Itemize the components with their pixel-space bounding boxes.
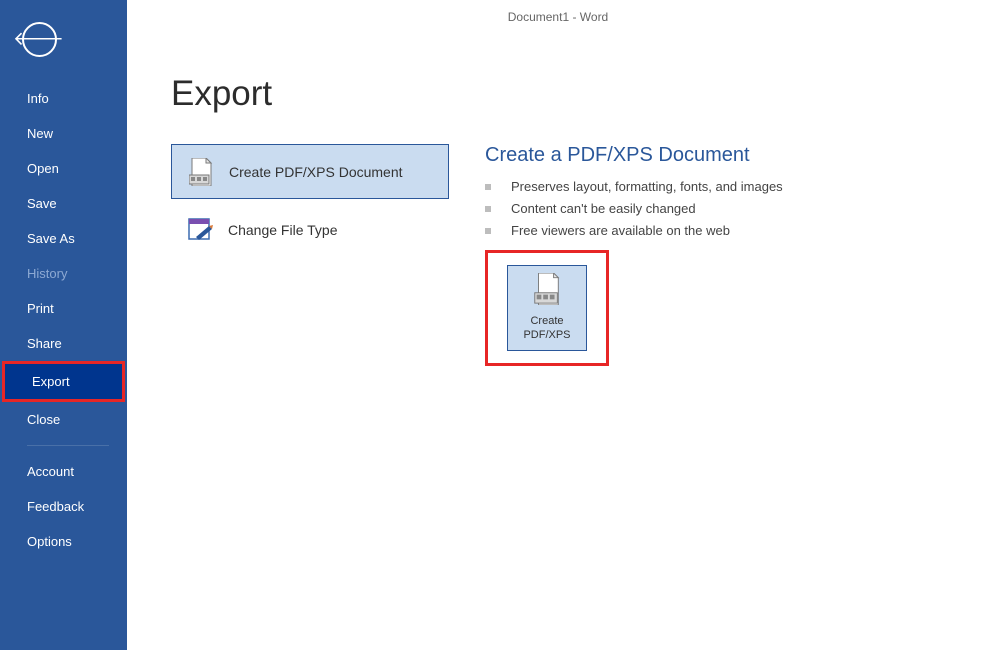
back-button[interactable]: 🡐 [22, 22, 57, 57]
create-pdf-xps-label: Create PDF/XPS [508, 315, 586, 343]
sidebar-item-feedback[interactable]: Feedback [0, 489, 127, 524]
highlight-box-export: Export [2, 361, 125, 402]
bullet-text: Free viewers are available on the web [511, 223, 730, 238]
detail-bullet: Content can't be easily changed [485, 201, 783, 216]
bullet-icon [485, 184, 491, 190]
detail-heading: Create a PDF/XPS Document [485, 144, 783, 167]
sidebar-item-open[interactable]: Open [0, 151, 127, 186]
bullet-icon [485, 228, 491, 234]
detail-bullet: Preserves layout, formatting, fonts, and… [485, 179, 783, 194]
sidebar-item-export[interactable]: Export [5, 364, 122, 399]
pdf-xps-icon [187, 157, 215, 187]
option-create-pdf-xps[interactable]: Create PDF/XPS Document [171, 144, 449, 199]
page-heading: Export [171, 74, 989, 114]
change-file-type-icon [186, 215, 214, 245]
sidebar-item-options[interactable]: Options [0, 524, 127, 559]
sidebar-item-history: History [0, 256, 127, 291]
sidebar-item-close[interactable]: Close [0, 402, 127, 437]
bullet-text: Preserves layout, formatting, fonts, and… [511, 179, 783, 194]
create-pdf-xps-button[interactable]: Create PDF/XPS [507, 265, 587, 351]
sidebar-item-print[interactable]: Print [0, 291, 127, 326]
option-label: Create PDF/XPS Document [229, 164, 403, 180]
bullet-icon [485, 206, 491, 212]
sidebar-item-save[interactable]: Save [0, 186, 127, 221]
sidebar-item-new[interactable]: New [0, 116, 127, 151]
window-title: Document1 - Word [127, 0, 989, 24]
pdf-xps-large-icon [533, 273, 561, 310]
highlight-box-create-pdf: Create PDF/XPS [485, 250, 609, 366]
backstage-sidebar: 🡐 Info New Open Save Save As History Pri… [0, 0, 127, 650]
sidebar-item-share[interactable]: Share [0, 326, 127, 361]
bullet-text: Content can't be easily changed [511, 201, 696, 216]
export-content: Create PDF/XPS Document Change File Type… [127, 144, 989, 366]
detail-bullet: Free viewers are available on the web [485, 223, 783, 238]
sidebar-separator [27, 445, 109, 446]
export-detail: Create a PDF/XPS Document Preserves layo… [485, 144, 783, 366]
main-panel: Document1 - Word Export Create PDF/XPS D… [127, 0, 989, 650]
sidebar-item-save-as[interactable]: Save As [0, 221, 127, 256]
sidebar-item-account[interactable]: Account [0, 454, 127, 489]
back-arrow-icon: 🡐 [13, 30, 64, 49]
sidebar-item-info[interactable]: Info [0, 81, 127, 116]
option-label: Change File Type [228, 222, 337, 238]
option-change-file-type[interactable]: Change File Type [171, 202, 449, 257]
export-options: Create PDF/XPS Document Change File Type [171, 144, 449, 366]
